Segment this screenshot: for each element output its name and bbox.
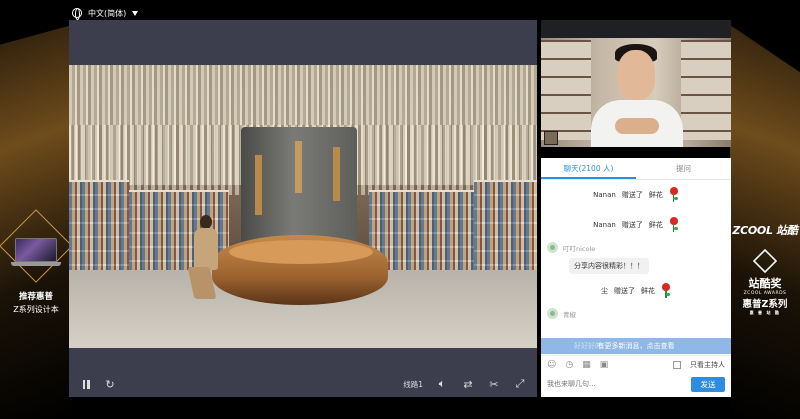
- list-item: 青椒: [541, 306, 731, 321]
- calendar-icon[interactable]: ▦: [582, 360, 591, 370]
- gift-item: 鲜花: [648, 221, 663, 229]
- message-username: 青椒: [563, 310, 576, 319]
- player-controls: ↻ 线路1 🔈︎ ⇄ ✂︎ ⤢: [69, 371, 537, 397]
- history-icon[interactable]: ◷: [565, 360, 573, 370]
- zseries-label: 惠普Z系列: [742, 299, 788, 310]
- chat-input-row: 发送: [541, 373, 731, 395]
- gift-text: 赠送了: [621, 221, 643, 229]
- switch-icon[interactable]: ⇄: [461, 377, 475, 391]
- banner-text: 有更多新消息，点击查看: [597, 342, 675, 350]
- zcool-logo: ZCOOL 站酷: [732, 224, 798, 237]
- hp-z-series-logo: 惠普Z系列 惠 普 站 酷: [732, 296, 798, 316]
- rose-icon: [669, 187, 679, 203]
- send-button[interactable]: 发送: [691, 376, 725, 392]
- gift-text: 赠送了: [621, 191, 643, 199]
- zseries-sub: 惠 普 站 酷: [749, 310, 781, 315]
- rose-icon: [661, 283, 671, 299]
- new-messages-banner[interactable]: 好好好的 有更多新消息，点击查看: [541, 338, 731, 354]
- gift-message: Nanan 赠送了 鲜花: [541, 210, 731, 240]
- promo-subtitle: Z系列设计本: [13, 305, 59, 314]
- webcam-shelf-left: [541, 40, 591, 140]
- banner-faded-text: 好好好的: [574, 342, 602, 350]
- presenter-head: [617, 50, 655, 100]
- gift-message: Nanan 赠送了 鲜花: [541, 180, 731, 210]
- gift-user: Nanan: [593, 221, 616, 229]
- chat-toolbar: ☺ ◷ ▦ ▣ 只看主持人: [541, 355, 731, 373]
- chat-panel: 聊天(2100 人) 提问 Nanan 赠送了 鲜花 Nanan 赠送了 鲜花 …: [541, 158, 731, 397]
- only-host-checkbox[interactable]: [673, 360, 681, 369]
- video-player[interactable]: ↻ 线路1 🔈︎ ⇄ ✂︎ ⤢: [69, 20, 537, 397]
- pause-icon[interactable]: [79, 377, 93, 391]
- message-username: 叮叮nicole: [563, 244, 596, 253]
- message-list: Nanan 赠送了 鲜花 Nanan 赠送了 鲜花 叮叮nicole 分享内容很…: [541, 180, 731, 342]
- language-label: 中文(简体): [88, 8, 127, 18]
- gift-text: 赠送了: [614, 287, 635, 295]
- gift-user: Nanan: [593, 191, 616, 199]
- zcool-awards-logo: 站酷奖 ZCOOL AWARDS: [732, 248, 798, 296]
- message-bubble: 分享内容很精彩！！！: [569, 258, 649, 274]
- avatar: [547, 308, 558, 319]
- list-item: 叮叮nicole 分享内容很精彩！！！: [541, 240, 731, 276]
- promo-title: 推荐惠普: [18, 292, 53, 302]
- language-selector[interactable]: 中文(简体): [72, 5, 139, 21]
- gift-user: 尘: [601, 287, 608, 295]
- bench-top: [229, 240, 373, 264]
- presenter-webcam[interactable]: [541, 20, 731, 147]
- chevron-down-icon: [132, 10, 139, 16]
- chat-input[interactable]: [547, 376, 685, 392]
- gift-message: 尘 赠送了 鲜花: [541, 276, 731, 306]
- awards-cn: 站酷奖: [748, 277, 782, 290]
- globe-icon: [72, 8, 82, 20]
- reading-person: [187, 215, 221, 301]
- only-host-label: 只看主持人: [690, 360, 725, 369]
- avatar: [547, 242, 558, 253]
- presenter-hands: [615, 118, 659, 134]
- line-selector[interactable]: 线路1: [403, 379, 423, 390]
- cube-icon: [752, 248, 778, 274]
- refresh-icon[interactable]: ↻: [103, 377, 117, 391]
- fullscreen-icon[interactable]: ⤢: [513, 377, 527, 391]
- tab-questions[interactable]: 提问: [636, 158, 731, 179]
- gift-item: 鲜花: [641, 287, 655, 295]
- tab-chat[interactable]: 聊天(2100 人): [541, 158, 636, 179]
- image-icon[interactable]: ▣: [600, 360, 609, 370]
- video-frame[interactable]: [69, 65, 537, 348]
- volume-icon[interactable]: 🔈︎: [435, 377, 449, 391]
- laptop-icon: [11, 238, 61, 268]
- webcam-shelf-right: [681, 40, 731, 140]
- gift-item: 鲜花: [648, 191, 663, 199]
- rose-icon: [669, 217, 679, 233]
- clip-icon[interactable]: ✂︎: [487, 377, 501, 391]
- chat-tabs: 聊天(2100 人) 提问: [541, 158, 731, 180]
- emoji-icon[interactable]: ☺: [547, 360, 556, 370]
- promo-badge[interactable]: 推荐惠普 Z系列设计本: [0, 209, 73, 317]
- pip-thumbnail[interactable]: [544, 131, 558, 145]
